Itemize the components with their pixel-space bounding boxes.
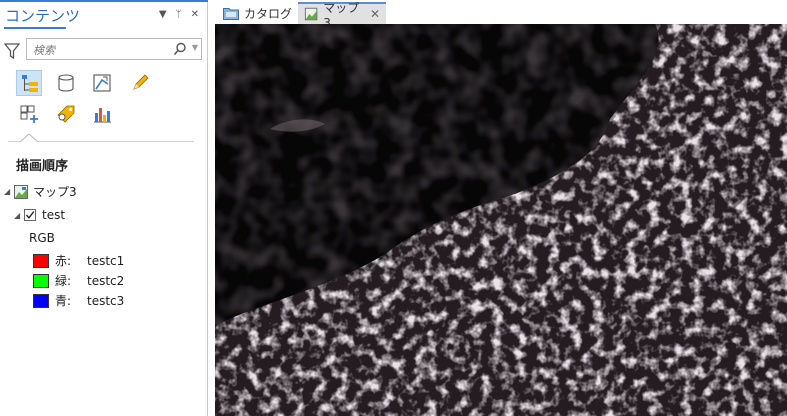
tab-catalog-label: カタログ: [244, 6, 293, 21]
band-row-blue[interactable]: 青: testc3: [33, 292, 124, 309]
filter-icon[interactable]: [4, 42, 20, 60]
layer-visibility-checkbox[interactable]: [24, 209, 36, 221]
collapse-layer-icon[interactable]: ◢: [14, 211, 24, 220]
list-by-snapping-icon: [20, 105, 38, 123]
pane-controls: ▼ ᛘ ✕: [159, 9, 199, 20]
layer-name: test: [42, 208, 66, 222]
tab-catalog[interactable]: カタログ: [217, 2, 298, 24]
map-node-label: マップ3: [33, 185, 77, 199]
band-name: testc1: [87, 253, 125, 268]
search-icon[interactable]: [173, 42, 187, 56]
map-icon: [304, 7, 318, 21]
list-by-charts-icon: [94, 108, 111, 123]
drawing-order-heading: 描画順序: [16, 159, 69, 174]
band-channel-label: 赤:: [55, 254, 72, 268]
list-by-data-source-button[interactable]: [53, 70, 79, 96]
list-by-charts-button[interactable]: [89, 101, 115, 127]
list-by-labeling-icon: [57, 105, 75, 123]
renderer-type: RGB: [29, 231, 55, 245]
search-input[interactable]: [31, 40, 171, 60]
pane-title: コンテンツ: [5, 7, 81, 25]
list-by-editing-button[interactable]: [127, 70, 153, 96]
list-by-labeling-button[interactable]: [53, 101, 79, 127]
band-channel-label: 緑:: [55, 274, 72, 288]
pane-close-button[interactable]: ✕: [191, 9, 199, 20]
close-tab-icon[interactable]: ✕: [370, 7, 380, 21]
list-by-selection-button[interactable]: [89, 70, 115, 96]
search-dropdown-icon[interactable]: ▼: [192, 43, 198, 52]
search-box: ▼: [26, 38, 202, 60]
view-tabs: カタログ マップ3 ✕: [209, 0, 787, 30]
band-row-red[interactable]: 赤: testc1: [33, 252, 124, 269]
map-view[interactable]: [215, 24, 787, 416]
list-by-selection-icon: [93, 74, 111, 92]
list-by-editing-icon: [133, 74, 149, 90]
map-node[interactable]: ◢ マップ3: [4, 183, 77, 200]
pane-options-button[interactable]: ▼: [159, 9, 167, 20]
list-by-drawing-order-icon: [22, 75, 38, 92]
active-tool-pointer: [20, 133, 38, 143]
pane-accent-bar: [0, 0, 208, 2]
satellite-imagery: [215, 24, 787, 416]
green-band-swatch[interactable]: [33, 273, 49, 288]
band-name: testc2: [87, 273, 125, 288]
blue-band-swatch[interactable]: [33, 293, 49, 308]
band-row-green[interactable]: 緑: testc2: [33, 272, 124, 289]
band-name: testc3: [87, 293, 125, 308]
contents-pane: コンテンツ ▼ ᛘ ✕ ▼: [0, 0, 208, 416]
pane-autohide-button[interactable]: ᛘ: [176, 9, 182, 20]
catalog-icon: [223, 8, 239, 20]
pane-title-underline: [4, 27, 66, 29]
band-channel-label: 青:: [55, 294, 72, 308]
layer-node[interactable]: ◢ test: [14, 208, 65, 222]
map-icon: [14, 184, 28, 199]
red-band-swatch[interactable]: [33, 253, 49, 268]
list-by-data-source-icon: [58, 74, 74, 92]
list-by-snapping-button[interactable]: [16, 101, 42, 127]
collapse-map-icon[interactable]: ◢: [4, 187, 14, 196]
list-by-drawing-order-button[interactable]: [16, 70, 42, 96]
renderer-label: RGB: [29, 231, 55, 245]
check-icon: [25, 211, 35, 219]
tab-map[interactable]: マップ3 ✕: [298, 1, 386, 30]
